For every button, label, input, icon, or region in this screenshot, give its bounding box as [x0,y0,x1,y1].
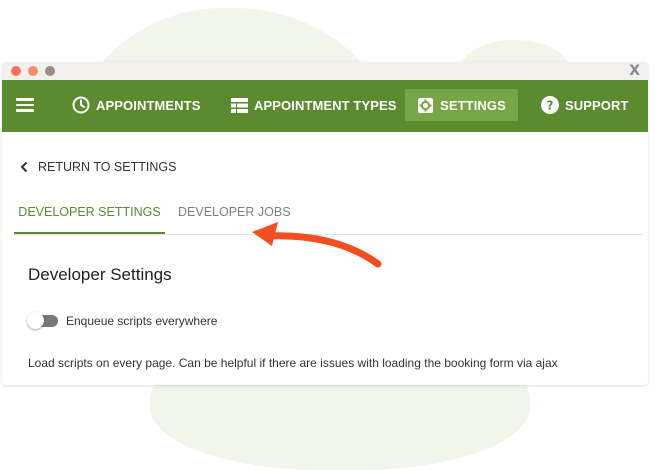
enqueue-scripts-toggle[interactable] [27,312,58,329]
nav-settings-label: SETTINGS [440,97,506,113]
return-to-settings-link[interactable]: RETURN TO SETTINGS [20,160,176,174]
nav-settings[interactable]: SETTINGS [405,89,518,121]
nav-support-label: SUPPORT [565,97,629,113]
window-titlebar: X [2,62,648,80]
enqueue-scripts-setting: Enqueue scripts everywhere [27,312,218,329]
nav-support[interactable]: ? SUPPORT [541,89,629,121]
nav-appointments[interactable]: APPOINTMENTS [72,89,200,121]
nav-appointments-label: APPOINTMENTS [96,97,201,113]
nav-appointment-types[interactable]: APPOINTMENT TYPES [231,89,397,121]
chevron-left-icon [20,161,28,173]
return-to-settings-label: RETURN TO SETTINGS [38,160,177,174]
enqueue-scripts-label: Enqueue scripts everywhere [66,314,218,328]
help-text: Load scripts on every page. Can be helpf… [28,356,558,370]
hamburger-icon[interactable] [16,98,34,112]
tab-developer-settings[interactable]: DEVELOPER SETTINGS [14,202,165,234]
pointer-arrow-icon [252,222,382,268]
question-icon: ? [541,96,559,114]
gear-icon [418,97,434,113]
top-navbar: APPOINTMENTS APPOINTMENT TYPES SETTINGS … [2,80,648,132]
window-close-button[interactable]: X [629,63,640,79]
table-icon [231,97,248,113]
window-dot-close[interactable] [11,66,21,76]
nav-appointment-types-label: APPOINTMENT TYPES [254,97,397,113]
svg-text:?: ? [546,99,553,113]
section-title: Developer Settings [28,265,172,284]
toggle-knob [27,312,44,329]
clock-icon [72,96,90,114]
window-dot-maximize[interactable] [45,66,55,76]
window-dot-minimize[interactable] [28,66,38,76]
